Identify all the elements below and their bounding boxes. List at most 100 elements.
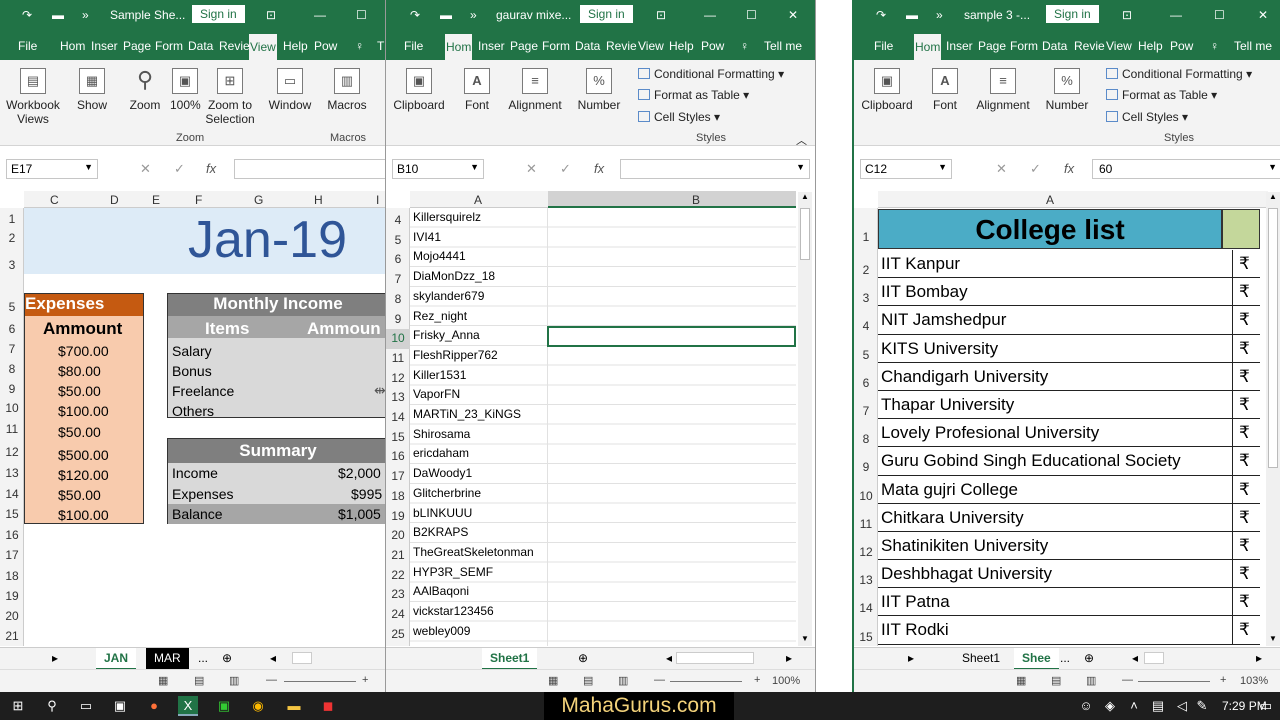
tab-home[interactable]: Hom (60, 39, 85, 53)
redo-icon[interactable]: ↷ (876, 8, 886, 22)
tab-home[interactable]: Hom (914, 34, 942, 60)
minimize-icon[interactable]: — (314, 8, 326, 22)
enter-icon[interactable]: ✓ (1030, 161, 1041, 177)
row-number[interactable]: 15 (386, 428, 410, 448)
income-item[interactable]: Bonus (172, 361, 234, 381)
dropbox-icon[interactable]: ◈ (1100, 696, 1120, 716)
row-number[interactable]: 3 (854, 284, 878, 312)
page-break-icon[interactable]: ▥ (1086, 674, 1096, 687)
tab-data[interactable]: Data (575, 39, 600, 53)
name-cell[interactable]: Mojo4441 (413, 247, 534, 267)
name-cell[interactable]: Glitcherbrine (413, 484, 534, 504)
col-b-selected[interactable]: B (548, 191, 796, 208)
tab-home[interactable]: Hom (445, 34, 473, 60)
tab-data[interactable]: Data (188, 39, 213, 53)
name-cell[interactable]: AAlBaqoni (413, 582, 534, 602)
row-3[interactable]: 3 (0, 258, 24, 272)
lightbulb-icon[interactable]: ♀ (355, 39, 364, 53)
row-number[interactable]: 21 (386, 546, 410, 566)
col-h[interactable]: H (314, 193, 323, 207)
rupee-cell[interactable]: ₹ (1232, 560, 1250, 589)
expand-formula-icon[interactable]: ▼ (1268, 162, 1277, 172)
scroll-up-icon[interactable]: ▲ (1269, 192, 1277, 201)
excel-icon[interactable]: X (178, 696, 198, 716)
scroll-right-icon[interactable]: ▸ (778, 648, 800, 670)
header-fill-cell[interactable] (1222, 209, 1260, 249)
cancel-icon[interactable]: ✕ (140, 161, 151, 177)
zoom-slider[interactable] (1138, 681, 1210, 682)
row-number[interactable]: 23 (386, 585, 410, 605)
summary-label[interactable]: Income (172, 465, 218, 481)
lightbulb-icon[interactable]: ♀ (1210, 39, 1219, 53)
row-2[interactable]: 2 (0, 231, 24, 245)
tab-power[interactable]: Pow (314, 39, 337, 53)
normal-view-icon[interactable]: ▦ (158, 674, 168, 687)
zoom-in-icon[interactable]: + (754, 674, 760, 686)
lightbulb-icon[interactable]: ♀ (740, 39, 749, 53)
alignment-button[interactable]: ≡ Alignment (506, 68, 564, 112)
ribbon-display-icon[interactable]: ⊡ (266, 8, 276, 22)
scroll-up-icon[interactable]: ▲ (801, 192, 809, 201)
expense-value[interactable]: $100.00 (58, 505, 109, 525)
normal-view-icon[interactable]: ▦ (1016, 674, 1026, 687)
row-number[interactable]: 7 (386, 270, 410, 290)
tab-review[interactable]: Revie (219, 39, 250, 53)
add-sheet-icon[interactable]: ⊕ (570, 648, 596, 670)
name-cell[interactable]: B2KRAPS (413, 523, 534, 543)
row-number[interactable]: 24 (386, 605, 410, 625)
summary-value[interactable]: $1,005 (338, 506, 381, 522)
row-number[interactable]: 6 (386, 250, 410, 270)
minimize-icon[interactable]: — (1170, 8, 1182, 22)
row-number[interactable]: 13 (854, 566, 878, 594)
maximize-icon[interactable]: ☐ (356, 8, 367, 22)
workbook-views-button[interactable]: ▤ Workbook Views (6, 68, 60, 126)
sheet-tab-sheet1[interactable]: Sheet1 (954, 648, 1008, 670)
enter-icon[interactable]: ✓ (560, 161, 571, 177)
show-button[interactable]: ▦ Show (74, 68, 110, 112)
name-cell[interactable]: DiaMonDzz_18 (413, 267, 534, 287)
row-7[interactable]: 7 (0, 342, 24, 356)
format-as-table-button[interactable]: Format as Table ▾ (638, 88, 749, 102)
row-17[interactable]: 17 (0, 548, 24, 562)
cancel-icon[interactable]: ✕ (996, 161, 1007, 177)
window-button[interactable]: ▭ Window (266, 68, 314, 112)
rupee-cell[interactable]: ₹ (1232, 306, 1250, 335)
summary-label[interactable]: Balance (172, 506, 223, 522)
folder-icon[interactable]: ▬ (440, 8, 452, 22)
expense-value[interactable]: $50.00 (58, 485, 109, 505)
notifications-icon[interactable]: ▭ (1256, 696, 1276, 716)
row-8[interactable]: 8 (0, 362, 24, 376)
row-number[interactable]: 5 (386, 231, 410, 251)
search-icon[interactable]: ⚲ (42, 696, 62, 716)
scroll-right-icon[interactable]: ▸ (900, 648, 922, 670)
add-sheet-icon[interactable]: ⊕ (1076, 648, 1102, 670)
zoom-slider[interactable] (670, 681, 742, 682)
name-box[interactable]: B10 ▼ (392, 159, 484, 179)
row-number[interactable]: 12 (386, 369, 410, 389)
expense-value[interactable]: $50.00 (58, 381, 109, 401)
cell-styles-button[interactable]: Cell Styles ▾ (638, 110, 720, 124)
expand-formula-icon[interactable]: ▼ (796, 162, 805, 172)
name-cell[interactable]: webley009 (413, 622, 534, 642)
row-number[interactable]: 2 (854, 256, 878, 284)
row-number[interactable]: 20 (386, 526, 410, 546)
chevron-down-icon[interactable]: ▼ (470, 162, 479, 172)
name-cell[interactable]: vickstar123456 (413, 602, 534, 622)
zoom-level[interactable]: 100% (772, 675, 800, 687)
row-number[interactable]: 10 (854, 482, 878, 510)
row-10[interactable]: 10 (0, 401, 24, 415)
row-15[interactable]: 15 (0, 507, 24, 521)
row-18[interactable]: 18 (0, 569, 24, 583)
zoom-to-selection-button[interactable]: ⊞ Zoom to Selection (204, 68, 256, 126)
camtasia-icon[interactable]: ▣ (214, 696, 234, 716)
sheet-tab-sheet1[interactable]: Sheet1 (482, 648, 538, 670)
folder-icon[interactable]: ▬ (52, 8, 64, 22)
name-cell[interactable]: skylander679 (413, 287, 534, 307)
row-number[interactable]: 11 (386, 349, 410, 369)
tab-page-layout[interactable]: Page (123, 39, 151, 53)
col-e[interactable]: E (152, 193, 160, 207)
enter-icon[interactable]: ✓ (174, 161, 185, 177)
tab-view[interactable]: View (638, 39, 664, 53)
close-icon[interactable]: ✕ (788, 8, 798, 22)
row-number[interactable]: 9 (854, 453, 878, 481)
